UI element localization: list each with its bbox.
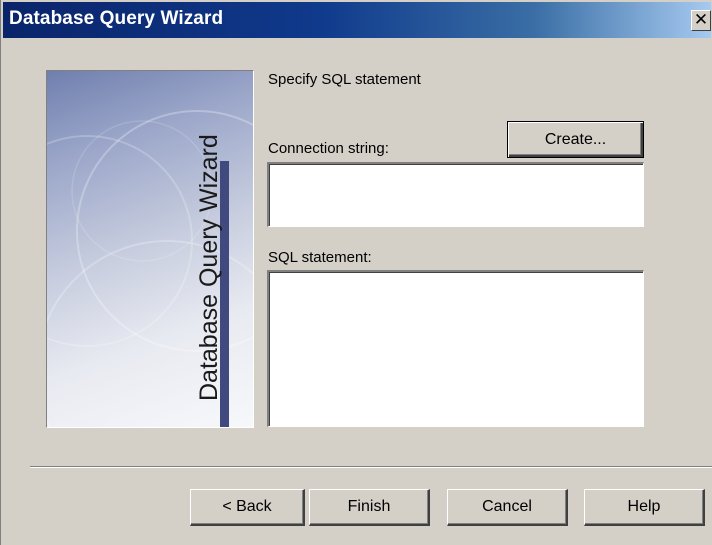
back-button[interactable]: < Back <box>190 489 305 526</box>
create-button[interactable]: Create... <box>507 121 644 158</box>
wizard-banner-panel: Database Query Wizard <box>46 70 254 428</box>
finish-button[interactable]: Finish <box>309 489 430 526</box>
database-query-wizard-dialog: Database Query Wizard ✕ Database Query W… <box>0 0 712 545</box>
connection-string-label: Connection string: <box>268 140 389 157</box>
window-title: Database Query Wizard <box>9 8 224 29</box>
connection-string-field[interactable] <box>267 162 644 227</box>
close-icon: ✕ <box>693 10 709 29</box>
cancel-button[interactable]: Cancel <box>447 489 568 526</box>
banner-title-text: Database Query Wizard <box>195 134 223 401</box>
footer-separator <box>30 466 712 468</box>
sql-statement-label: SQL statement: <box>268 249 372 266</box>
title-bar[interactable]: Database Query Wizard ✕ <box>3 2 711 38</box>
help-button[interactable]: Help <box>584 489 705 526</box>
close-button[interactable]: ✕ <box>691 10 711 31</box>
sql-statement-field[interactable] <box>267 270 644 427</box>
step-heading: Specify SQL statement <box>268 71 421 88</box>
